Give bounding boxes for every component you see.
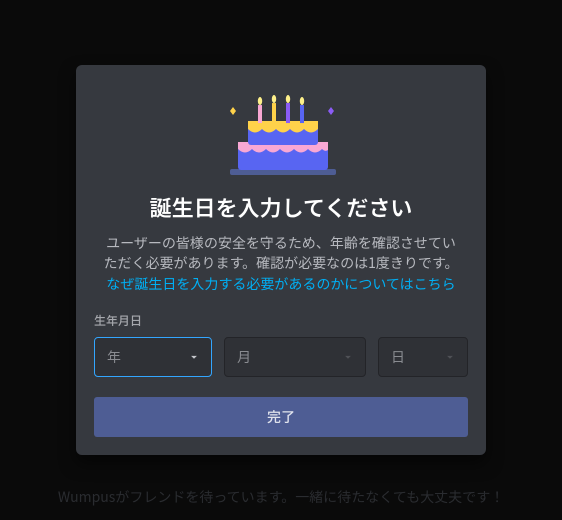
chevron-down-icon xyxy=(443,350,457,364)
done-button[interactable]: 完了 xyxy=(94,397,468,437)
background-hint-text: Wumpusがフレンドを待っています。一緒に待たなくても大丈夫です！ xyxy=(0,488,562,508)
day-select-placeholder: 日 xyxy=(391,347,405,367)
month-select-placeholder: 月 xyxy=(237,347,251,367)
dob-selects-row: 年 月 日 xyxy=(94,337,468,377)
dob-field-label: 生年月日 xyxy=(94,312,468,329)
month-select[interactable]: 月 xyxy=(224,337,366,377)
year-select[interactable]: 年 xyxy=(94,337,212,377)
chevron-down-icon xyxy=(187,350,201,364)
modal-title: 誕生日を入力してください xyxy=(94,191,468,223)
chevron-down-icon xyxy=(341,350,355,364)
modal-description-text: ユーザーの皆様の安全を守るため、年齢を確認させていただく必要があります。確認が必… xyxy=(104,233,459,273)
cake-illustration xyxy=(94,89,468,179)
year-select-placeholder: 年 xyxy=(107,347,121,367)
birthday-modal: 誕生日を入力してください ユーザーの皆様の安全を守るため、年齢を確認させていただ… xyxy=(76,65,486,455)
modal-description: ユーザーの皆様の安全を守るため、年齢を確認させていただく必要があります。確認が必… xyxy=(94,233,468,294)
why-birthday-link[interactable]: なぜ誕生日を入力する必要があるのかについてはこちら xyxy=(106,274,455,294)
day-select[interactable]: 日 xyxy=(378,337,468,377)
